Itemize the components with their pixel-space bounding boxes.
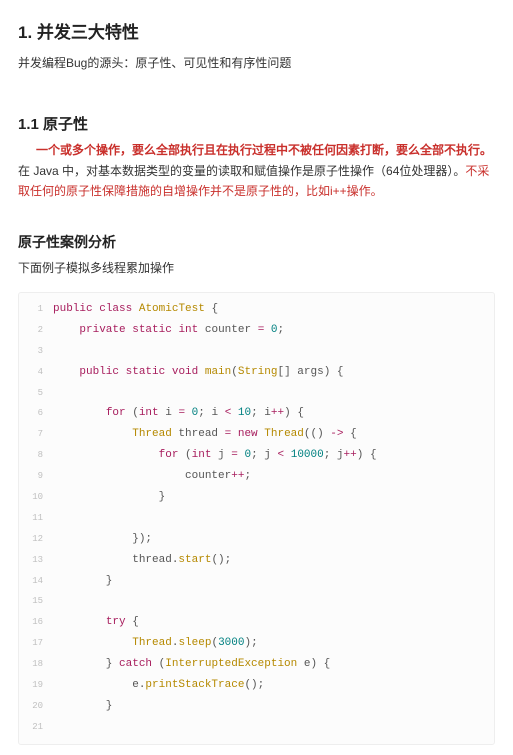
code-content: for (int i = 0; i < 10; i++) {	[53, 403, 304, 424]
code-content: for (int j = 0; j < 10000; j++) {	[53, 445, 377, 466]
code-content	[53, 341, 60, 362]
code-line: 17 Thread.sleep(3000);	[19, 633, 488, 654]
line-number: 19	[19, 677, 53, 694]
code-content	[53, 383, 60, 404]
line-number: 21	[19, 719, 53, 736]
line-number: 2	[19, 322, 53, 339]
code-content: counter++;	[53, 466, 251, 487]
code-line: 21	[19, 717, 488, 738]
code-line: 14 }	[19, 571, 488, 592]
heading-1-1: 1.1 原子性	[18, 113, 495, 134]
atomicity-paragraph: 一个或多个操作，要么全部执行且在执行过程中不被任何因素打断，要么全部不执行。在 …	[18, 140, 495, 201]
line-number: 11	[19, 510, 53, 527]
code-content: try {	[53, 612, 139, 633]
code-line: 20 }	[19, 696, 488, 717]
case-heading: 原子性案例分析	[18, 232, 495, 252]
code-line: 10 }	[19, 487, 488, 508]
code-line: 15	[19, 591, 488, 612]
line-number: 1	[19, 301, 53, 318]
document-page: 1. 并发三大特性 并发编程Bug的源头：原子性、可见性和有序性问题 1.1 原…	[0, 0, 513, 755]
code-content: public static void main(String[] args) {	[53, 362, 344, 383]
line-number: 13	[19, 552, 53, 569]
atomicity-definition-red: 一个或多个操作，要么全部执行且在执行过程中不被任何因素打断，要么全部不执行。	[36, 143, 492, 157]
code-content	[53, 508, 60, 529]
code-content: Thread thread = new Thread(() -> {	[53, 424, 357, 445]
line-number: 5	[19, 385, 53, 402]
atomicity-mid-text: 在 Java 中，对基本数据类型的变量的读取和赋值操作是原子性操作（64位处理器…	[18, 164, 465, 178]
line-number: 4	[19, 364, 53, 381]
code-line: 16 try {	[19, 612, 488, 633]
code-content: thread.start();	[53, 550, 231, 571]
heading-1: 1. 并发三大特性	[18, 18, 495, 43]
code-content: }	[53, 487, 165, 508]
line-number: 14	[19, 573, 53, 590]
code-content: }	[53, 696, 112, 717]
code-content	[53, 591, 60, 612]
code-line: 12 });	[19, 529, 488, 550]
line-number: 17	[19, 635, 53, 652]
code-line: 18 } catch (InterruptedException e) {	[19, 654, 488, 675]
code-line: 1public class AtomicTest {	[19, 299, 488, 320]
code-line: 13 thread.start();	[19, 550, 488, 571]
line-number: 10	[19, 489, 53, 506]
code-content: });	[53, 529, 152, 550]
intro-paragraph: 并发编程Bug的源头：原子性、可见性和有序性问题	[18, 53, 495, 73]
code-content: }	[53, 571, 112, 592]
code-content	[53, 717, 60, 738]
code-line: 8 for (int j = 0; j < 10000; j++) {	[19, 445, 488, 466]
code-content: private static int counter = 0;	[53, 320, 284, 341]
line-number: 8	[19, 447, 53, 464]
code-line: 4 public static void main(String[] args)…	[19, 362, 488, 383]
line-number: 6	[19, 405, 53, 422]
line-number: 18	[19, 656, 53, 673]
code-line: 2 private static int counter = 0;	[19, 320, 488, 341]
code-line: 11	[19, 508, 488, 529]
code-line: 9 counter++;	[19, 466, 488, 487]
line-number: 3	[19, 343, 53, 360]
code-content: e.printStackTrace();	[53, 675, 264, 696]
code-line: 6 for (int i = 0; i < 10; i++) {	[19, 403, 488, 424]
code-line: 7 Thread thread = new Thread(() -> {	[19, 424, 488, 445]
code-line: 3	[19, 341, 488, 362]
code-line: 19 e.printStackTrace();	[19, 675, 488, 696]
line-number: 15	[19, 593, 53, 610]
line-number: 16	[19, 614, 53, 631]
line-number: 20	[19, 698, 53, 715]
code-block: 1public class AtomicTest {2 private stat…	[18, 292, 495, 745]
line-number: 12	[19, 531, 53, 548]
code-line: 5	[19, 383, 488, 404]
code-content: Thread.sleep(3000);	[53, 633, 258, 654]
case-intro: 下面例子模拟多线程累加操作	[18, 258, 495, 278]
code-content: } catch (InterruptedException e) {	[53, 654, 330, 675]
line-number: 7	[19, 426, 53, 443]
code-content: public class AtomicTest {	[53, 299, 218, 320]
line-number: 9	[19, 468, 53, 485]
